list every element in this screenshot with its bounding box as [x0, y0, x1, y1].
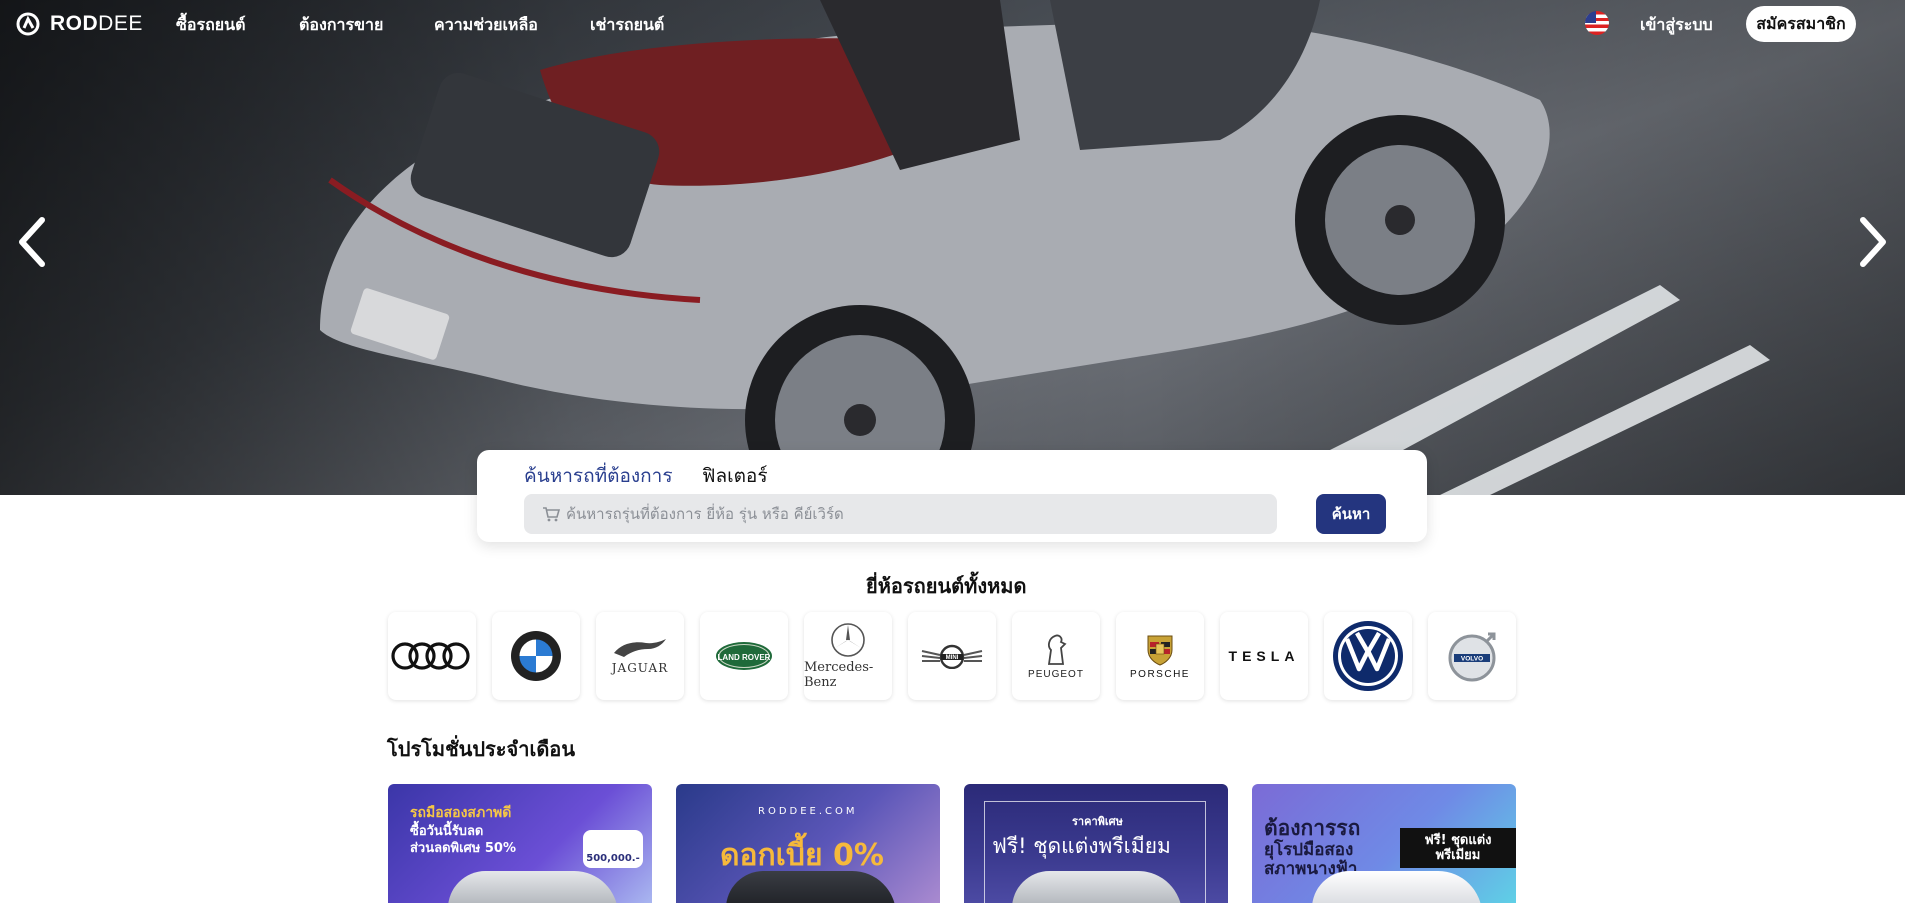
- logo-text-bold: ROD: [50, 12, 99, 35]
- brand-audi[interactable]: [388, 612, 476, 700]
- brand-mini[interactable]: MINI: [908, 612, 996, 700]
- mercedes-benz-label: Mercedes-Benz: [804, 660, 874, 690]
- chevron-right-icon[interactable]: [1855, 214, 1891, 270]
- brand-bmw[interactable]: [492, 612, 580, 700]
- promotions-title: โปรโมชั่นประจำเดือน: [387, 737, 575, 761]
- promo-card-4[interactable]: ต้องการรถ ยุโรปมือสอง สภาพนางฟ้า ฟรี! ชุ…: [1252, 784, 1516, 903]
- promo-1-line3: ส่วนลดพิเศษ 50%: [410, 841, 517, 856]
- mercedes-benz-logo: [831, 623, 865, 657]
- roddee-logo[interactable]: RODDEE: [16, 12, 143, 36]
- tesla-logo: TESLA: [1228, 648, 1300, 664]
- promo-3-tag: ราคาพิเศษ: [1072, 815, 1123, 828]
- volvo-label: VOLVO: [1461, 656, 1483, 663]
- login-link[interactable]: เข้าสู่ระบบ: [1640, 13, 1713, 38]
- signup-button[interactable]: สมัครสมาชิก: [1746, 6, 1856, 42]
- hero-banner: RODDEE ซื้อรถยนต์ ต้องการขาย ความช่วยเหล…: [0, 0, 1905, 495]
- brand-peugeot[interactable]: PEUGEOT: [1012, 612, 1100, 700]
- promo-3-headline: ฟรี! ชุดแต่งพรีเมียม: [992, 834, 1171, 858]
- brand-land-rover[interactable]: LAND ROVER: [700, 612, 788, 700]
- peugeot-label: PEUGEOT: [1028, 669, 1084, 680]
- promo-1-price: 500,000.-: [586, 853, 640, 864]
- promo-1-price-badge: 500,000.-: [583, 830, 643, 868]
- jaguar-logo: [614, 639, 666, 657]
- volvo-logo: VOLVO: [1448, 632, 1496, 682]
- brand-volvo[interactable]: VOLVO: [1428, 612, 1516, 700]
- porsche-logo: [1147, 635, 1173, 666]
- cart-icon: [543, 507, 560, 522]
- roddee-logo-icon: [16, 12, 40, 36]
- brand-tesla[interactable]: TESLA: [1220, 612, 1308, 700]
- mini-label: MINI: [946, 655, 959, 661]
- brand-jaguar[interactable]: JAGUAR: [596, 612, 684, 700]
- peugeot-logo: [1047, 634, 1067, 665]
- promo-2-car-image: [726, 871, 896, 903]
- chevron-left-icon[interactable]: [14, 214, 50, 270]
- hero-car-image: [320, 0, 1770, 495]
- search-panel: ค้นหารถที่ต้องการ ฟิลเตอร์ ค้นหารถรุ่นที…: [477, 450, 1427, 542]
- promo-4-car-image: [1312, 871, 1482, 903]
- promo-4-badge-text: ฟรี! ชุดแต่ง พรีเมียม: [1424, 833, 1492, 863]
- search-button[interactable]: ค้นหา: [1316, 494, 1386, 534]
- tab-filter[interactable]: ฟิลเตอร์: [702, 461, 768, 491]
- mini-logo: MINI: [921, 644, 983, 669]
- nav-rent-cars[interactable]: เช่ารถยนต์: [590, 13, 664, 38]
- search-input[interactable]: ค้นหารถรุ่นที่ต้องการ ยี่ห้อ รุ่น หรือ ค…: [524, 494, 1277, 534]
- tab-search-car[interactable]: ค้นหารถที่ต้องการ: [524, 461, 673, 491]
- us-flag-icon[interactable]: [1585, 11, 1609, 35]
- logo-text-light: DEE: [98, 12, 143, 35]
- bmw-logo: [511, 631, 561, 681]
- land-rover-label: LAND ROVER: [718, 653, 771, 662]
- promo-card-1[interactable]: รถมือสองสภาพดี ซื้อวันนี้รับลด ส่วนลดพิเ…: [388, 784, 652, 903]
- nav-sell[interactable]: ต้องการขาย: [299, 13, 383, 38]
- promo-4-badge: ฟรี! ชุดแต่ง พรีเมียม: [1400, 828, 1516, 868]
- promo-1-car-image: [448, 871, 618, 903]
- promo-card-2[interactable]: RODDEE.COM ดอกเบี้ย 0%: [676, 784, 940, 903]
- promo-card-3[interactable]: ราคาพิเศษ ฟรี! ชุดแต่งพรีเมียม: [964, 784, 1228, 903]
- land-rover-logo: LAND ROVER: [716, 642, 772, 670]
- jaguar-label: JAGUAR: [611, 661, 669, 675]
- porsche-label: PORSCHE: [1130, 669, 1190, 680]
- audi-logo: [391, 642, 470, 670]
- brands-title: ยี่ห้อรถยนต์ทั้งหมด: [866, 574, 1027, 598]
- nav-help[interactable]: ความช่วยเหลือ: [434, 13, 538, 38]
- nav-buy-cars[interactable]: ซื้อรถยนต์: [176, 13, 245, 38]
- promo-3-car-image: [1012, 871, 1182, 903]
- brand-volkswagen[interactable]: [1324, 612, 1412, 700]
- top-nav: RODDEE ซื้อรถยนต์ ต้องการขาย ความช่วยเหล…: [0, 0, 1905, 48]
- search-placeholder: ค้นหารถรุ่นที่ต้องการ ยี่ห้อ รุ่น หรือ ค…: [566, 505, 844, 523]
- promo-2-site: RODDEE.COM: [758, 806, 858, 817]
- volkswagen-logo: [1333, 621, 1403, 691]
- brand-mercedes-benz[interactable]: Mercedes-Benz: [804, 612, 892, 700]
- brand-porsche[interactable]: PORSCHE: [1116, 612, 1204, 700]
